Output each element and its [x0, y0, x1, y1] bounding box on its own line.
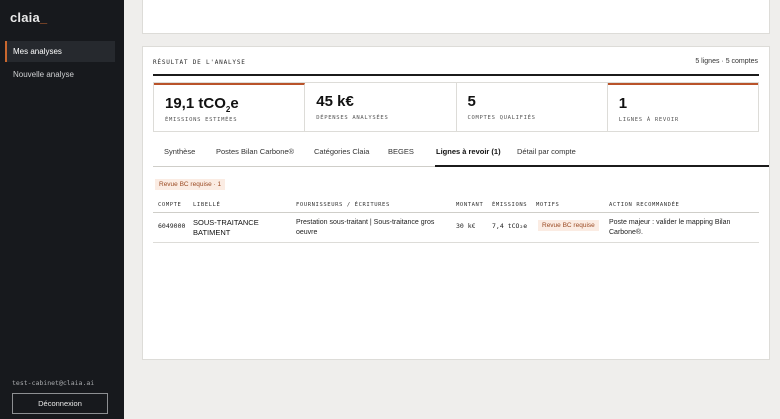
column-header: COMPTE	[158, 202, 182, 208]
table-row[interactable]: 6049000 SOUS-TRAITANCE BATIMENT Prestatio…	[153, 213, 759, 243]
kpi-comptes: 5 Comptes qualifiés	[457, 83, 608, 131]
panel-title: RÉSULTAT DE L'ANALYSE	[153, 59, 246, 66]
tab-lignes-a-revoir[interactable]: Lignes à revoir (1)	[436, 147, 501, 156]
tab-categories-claia[interactable]: Catégories Claia	[314, 147, 369, 156]
analysis-result-panel: RÉSULTAT DE L'ANALYSE 5 lignes · 5 compt…	[142, 46, 770, 360]
kpi-emissions: 19,1 tCO2e Émissions estimées	[154, 83, 306, 131]
kpi-label: Dépenses analysées	[316, 115, 389, 121]
tab-bar: Synthèse Postes Bilan Carbone® Catégorie…	[153, 143, 769, 167]
sidebar: claia_ Mes analyses Nouvelle analyse tes…	[0, 0, 124, 419]
active-tab-underline	[435, 165, 769, 167]
sidebar-item-nouvelle-analyse[interactable]: Nouvelle analyse	[5, 64, 115, 85]
cell-emissions: 7,4 tCO₂e	[492, 222, 528, 230]
column-header: ACTION RECOMMANDÉE	[609, 202, 680, 208]
tab-beges[interactable]: BEGES	[388, 147, 414, 156]
app-logo[interactable]: claia_	[10, 10, 47, 25]
tab-detail-par-compte[interactable]: Détail par compte	[517, 147, 576, 156]
kpi-value: 19,1 tCO2e	[165, 95, 239, 114]
previous-panel	[142, 0, 770, 34]
cell-action: Poste majeur : valider le mapping Bilan C…	[609, 219, 731, 236]
kpi-label: Comptes qualifiés	[467, 115, 536, 121]
kpi-label: Lignes à revoir	[618, 117, 679, 123]
cell-libelle: SOUS-TRAITANCE BATIMENT	[193, 218, 259, 237]
logout-button[interactable]: Déconnexion	[12, 393, 108, 414]
column-header: MOTIFS	[536, 202, 560, 208]
table-header: COMPTE LIBELLÉ FOURNISSEURS / ÉCRITURES …	[153, 198, 759, 213]
panel-meta: 5 lignes · 5 comptes	[695, 58, 758, 65]
kpi-row: 19,1 tCO2e Émissions estimées 45 k€ Dépe…	[153, 82, 759, 132]
motif-badge: Revue BC requise	[538, 220, 599, 231]
kpi-label: Émissions estimées	[165, 117, 238, 123]
column-header: LIBELLÉ	[193, 202, 221, 208]
kpi-value: 45 k€	[316, 93, 354, 110]
cell-montant: 30 k€	[456, 222, 476, 230]
column-header: MONTANT	[456, 202, 484, 208]
column-header: FOURNISSEURS / ÉCRITURES	[296, 202, 390, 208]
filter-chip[interactable]: Revue BC requise · 1	[155, 179, 226, 190]
kpi-value: 1	[618, 95, 628, 112]
tab-synthese[interactable]: Synthèse	[164, 147, 195, 156]
review-table: COMPTE LIBELLÉ FOURNISSEURS / ÉCRITURES …	[153, 198, 759, 243]
kpi-lignes: 1 Lignes à revoir	[607, 83, 758, 131]
column-header: ÉMISSIONS	[492, 202, 528, 208]
title-divider	[153, 74, 759, 76]
kpi-depenses: 45 k€ Dépenses analysées	[305, 83, 457, 131]
cell-fournisseurs: Prestation sous-traitant | Sous-traitanc…	[296, 219, 435, 236]
kpi-value: 5	[467, 93, 476, 110]
cell-compte: 6049000	[158, 222, 186, 230]
user-email: test-cabinet@claia.ai	[12, 379, 95, 387]
sidebar-item-mes-analyses[interactable]: Mes analyses	[5, 41, 115, 62]
tab-postes-bilan-carbone[interactable]: Postes Bilan Carbone®	[216, 147, 294, 156]
